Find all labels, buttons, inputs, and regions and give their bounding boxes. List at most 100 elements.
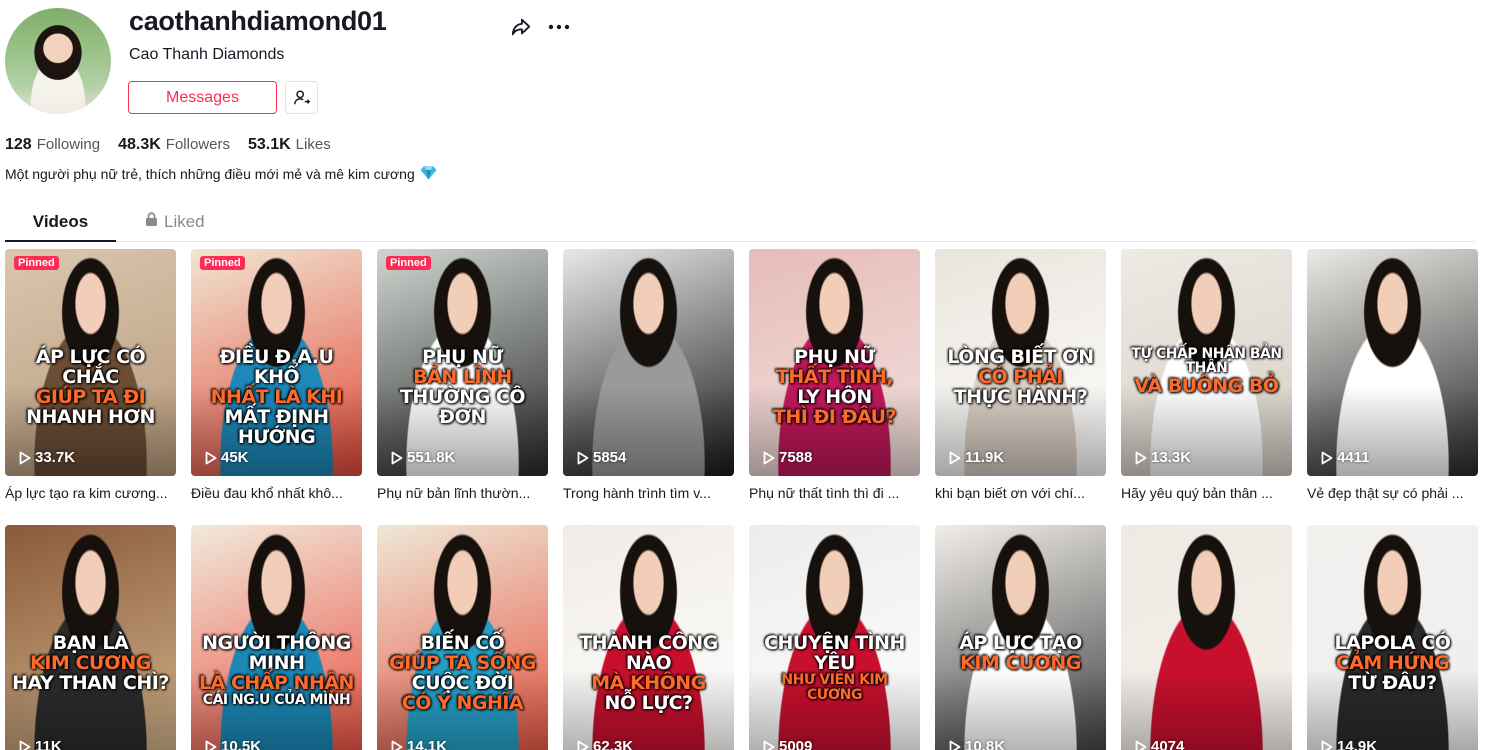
video-thumbnail[interactable]: Pinned ĐIỀU Đ.A.U KHỔ NHẤT LÀ KHI MẤT ĐỊNH … (191, 249, 362, 476)
video-thumbnail[interactable]: Pinned ÁP LỰC CÓ CHẮC GIÚP TA ĐI NHANH HƠN 3… (5, 249, 176, 476)
video-card[interactable]: LAPOLA CÓ CẢM HỨNG TỪ ĐÂU? 14.9K (1307, 525, 1478, 750)
video-caption[interactable]: Hãy yêu quý bản thân ... (1121, 485, 1292, 501)
video-caption[interactable]: Trong hành trình tìm v... (563, 485, 734, 501)
profile-avatar[interactable] (5, 8, 111, 114)
video-thumbnail[interactable]: THÀNH CÔNG NÀO MÀ KHÔNG NỖ LỰC? 62.3K (563, 525, 734, 750)
overlay-line: LAPOLA CÓ (1334, 632, 1451, 654)
play-icon (19, 740, 31, 750)
view-count: 4411 (1321, 449, 1370, 466)
likes-stat: 53.1K Likes (248, 136, 331, 154)
thumbnail-overlay-text: THÀNH CÔNG NÀO MÀ KHÔNG NỖ LỰC? (569, 633, 728, 714)
messages-button[interactable]: Messages (128, 81, 277, 114)
share-icon[interactable] (508, 14, 534, 40)
video-thumbnail[interactable]: ÁP LỰC TẠO KIM CƯƠNG 10.8K (935, 525, 1106, 750)
video-thumbnail[interactable]: LÒNG BIẾT ƠN CÓ PHẢI THỰC HÀNH? 11.9K (935, 249, 1106, 476)
view-count-value: 5854 (593, 449, 627, 466)
overlay-line: CHUYỆN TÌNH YÊU (764, 632, 905, 675)
view-count: 11K (19, 738, 62, 750)
video-thumbnail[interactable]: 4411 (1307, 249, 1478, 476)
overlay-line: MÀ KHÔNG (591, 672, 706, 695)
play-icon (391, 451, 403, 464)
video-thumbnail[interactable]: TỰ CHẤP NHẬN BẢN THÂN VÀ BUÔNG BỎ 13.3K (1121, 249, 1292, 476)
video-card[interactable]: BIẾN CỐ GIÚP TA SỐNG CUỘC ĐỜI CÓ Ý NGHĨA 14.… (377, 525, 548, 750)
video-card[interactable]: TỰ CHẤP NHẬN BẢN THÂN VÀ BUÔNG BỎ 13.3K Hãy… (1121, 249, 1292, 501)
video-card[interactable]: Pinned ÁP LỰC CÓ CHẮC GIÚP TA ĐI NHANH HƠN 3… (5, 249, 176, 501)
overlay-line: GIÚP TA SỐNG (389, 652, 536, 675)
followers-label: Followers (165, 136, 230, 153)
overlay-line: THỰC HÀNH? (953, 385, 1088, 408)
overlay-line: CÁI NG.U CỦA MÌNH (202, 692, 351, 709)
thumbnail-overlay-text: PHỤ NỮ BẢN LĨNH THƯỜNG CÔ ĐƠN (383, 346, 542, 428)
followers-stat[interactable]: 48.3K Followers (118, 136, 230, 154)
view-count-value: 4411 (1337, 449, 1370, 466)
thumbnail-overlay-text: ÁP LỰC CÓ CHẮC GIÚP TA ĐI NHANH HƠN (11, 346, 170, 427)
view-count-value: 4074 (1151, 738, 1185, 750)
thumbnail-overlay-text: PHỤ NỮ THẤT TÌNH, LY HÔN THÌ ĐI ĐÂU? (755, 346, 914, 428)
play-icon (19, 451, 31, 464)
play-icon (949, 740, 961, 750)
view-count: 5854 (577, 449, 626, 466)
video-thumbnail[interactable]: PHỤ NỮ THẤT TÌNH, LY HÔN THÌ ĐI ĐÂU? 7588 (749, 249, 920, 476)
overlay-line: ĐIỀU Đ.A.U KHỔ (219, 345, 334, 388)
video-thumbnail[interactable]: NGƯỜI THÔNG MINH LÀ CHẤP NHẬN CÁI NG.U CỦA… (191, 525, 362, 750)
video-card[interactable]: BẠN LÀ KIM CƯƠNG HAY THAN CHÌ? 11K (5, 525, 176, 750)
follow-user-icon[interactable] (285, 81, 318, 114)
view-count-value: 13.3K (1151, 449, 1192, 466)
tab-videos[interactable]: Videos (5, 212, 116, 242)
video-thumbnail[interactable]: Pinned PHỤ NỮ BẢN LĨNH THƯỜNG CÔ ĐƠN 551.8K (377, 249, 548, 476)
play-icon (1321, 740, 1333, 750)
overlay-line: LÀ CHẤP NHẬN (199, 672, 354, 695)
overlay-line: NỖ LỰC? (604, 692, 693, 715)
video-thumbnail[interactable]: LAPOLA CÓ CẢM HỨNG TỪ ĐÂU? 14.9K (1307, 525, 1478, 750)
play-icon (763, 451, 775, 464)
overlay-line: THÌ ĐI ĐÂU? (772, 405, 897, 428)
view-count: 11.9K (949, 449, 1004, 466)
lock-icon (145, 212, 158, 232)
view-count-value: 11.9K (965, 449, 1005, 466)
overlay-line: THƯỜNG CÔ ĐƠN (399, 385, 526, 428)
following-stat[interactable]: 128 Following (5, 136, 100, 154)
video-thumbnail[interactable]: 5854 (563, 249, 734, 476)
video-thumbnail[interactable]: CHUYỆN TÌNH YÊU NHƯ VIÊN KIM CƯƠNG 5009 (749, 525, 920, 750)
video-card[interactable]: NGƯỜI THÔNG MINH LÀ CHẤP NHẬN CÁI NG.U CỦA… (191, 525, 362, 750)
video-thumbnail[interactable]: 4074 (1121, 525, 1292, 750)
more-options-icon[interactable] (546, 14, 572, 40)
overlay-line: NHƯ VIÊN KIM CƯƠNG (781, 672, 888, 704)
overlay-line: GIÚP TA ĐI (35, 385, 146, 408)
profile-stats: 128 Following 48.3K Followers 53.1K Likes (5, 136, 331, 154)
video-caption[interactable]: Vẻ đẹp thật sự có phải ... (1307, 485, 1478, 501)
overlay-line: HAY THAN CHÌ? (12, 672, 169, 695)
view-count: 33.7K (19, 449, 75, 466)
video-card[interactable]: Pinned PHỤ NỮ BẢN LĨNH THƯỜNG CÔ ĐƠN 551.8K P… (377, 249, 548, 501)
video-card[interactable]: Pinned ĐIỀU Đ.A.U KHỔ NHẤT LÀ KHI MẤT ĐỊNH … (191, 249, 362, 501)
video-card[interactable]: LÒNG BIẾT ƠN CÓ PHẢI THỰC HÀNH? 11.9K khi bạ… (935, 249, 1106, 501)
overlay-line: CẢM HỨNG (1335, 652, 1450, 675)
video-card[interactable]: 4074 (1121, 525, 1292, 750)
view-count-value: 10.8K (965, 738, 1006, 750)
tab-liked[interactable]: Liked (145, 212, 205, 242)
play-icon (1135, 740, 1147, 750)
thumbnail-overlay-text: LÒNG BIẾT ƠN CÓ PHẢI THỰC HÀNH? (941, 346, 1100, 408)
video-card[interactable]: PHỤ NỮ THẤT TÌNH, LY HÔN THÌ ĐI ĐÂU? 7588 Phụ… (749, 249, 920, 501)
overlay-line: KIM CƯƠNG (960, 652, 1081, 675)
video-caption[interactable]: Phụ nữ bản lĩnh thườn... (377, 485, 548, 501)
thumbnail-overlay-text: BẠN LÀ KIM CƯƠNG HAY THAN CHÌ? (11, 633, 170, 695)
video-caption[interactable]: Áp lực tạo ra kim cương... (5, 485, 176, 501)
play-icon (1135, 451, 1147, 464)
video-card[interactable]: ÁP LỰC TẠO KIM CƯƠNG 10.8K (935, 525, 1106, 750)
view-count-value: 551.8K (407, 449, 456, 466)
view-count: 14.1K (391, 738, 447, 750)
tab-videos-label: Videos (32, 212, 89, 231)
video-card[interactable]: CHUYỆN TÌNH YÊU NHƯ VIÊN KIM CƯƠNG 5009 (749, 525, 920, 750)
video-caption[interactable]: Phụ nữ thất tình thì đi ... (749, 485, 920, 501)
overlay-line: ÁP LỰC TẠO (959, 632, 1082, 654)
view-count: 10.5K (205, 738, 261, 750)
video-thumbnail[interactable]: BIẾN CỐ GIÚP TA SỐNG CUỘC ĐỜI CÓ Ý NGHĨA 14.… (377, 525, 548, 750)
video-card[interactable]: 4411 Vẻ đẹp thật sự có phải ... (1307, 249, 1478, 501)
video-caption[interactable]: Điều đau khổ nhất khô... (191, 485, 362, 501)
video-card[interactable]: 5854 Trong hành trình tìm v... (563, 249, 734, 501)
thumbnail-overlay-text: ÁP LỰC TẠO KIM CƯƠNG (941, 633, 1100, 673)
video-thumbnail[interactable]: BẠN LÀ KIM CƯƠNG HAY THAN CHÌ? 11K (5, 525, 176, 750)
video-card[interactable]: THÀNH CÔNG NÀO MÀ KHÔNG NỖ LỰC? 62.3K (563, 525, 734, 750)
video-caption[interactable]: khi bạn biết ơn với chí... (935, 485, 1106, 501)
